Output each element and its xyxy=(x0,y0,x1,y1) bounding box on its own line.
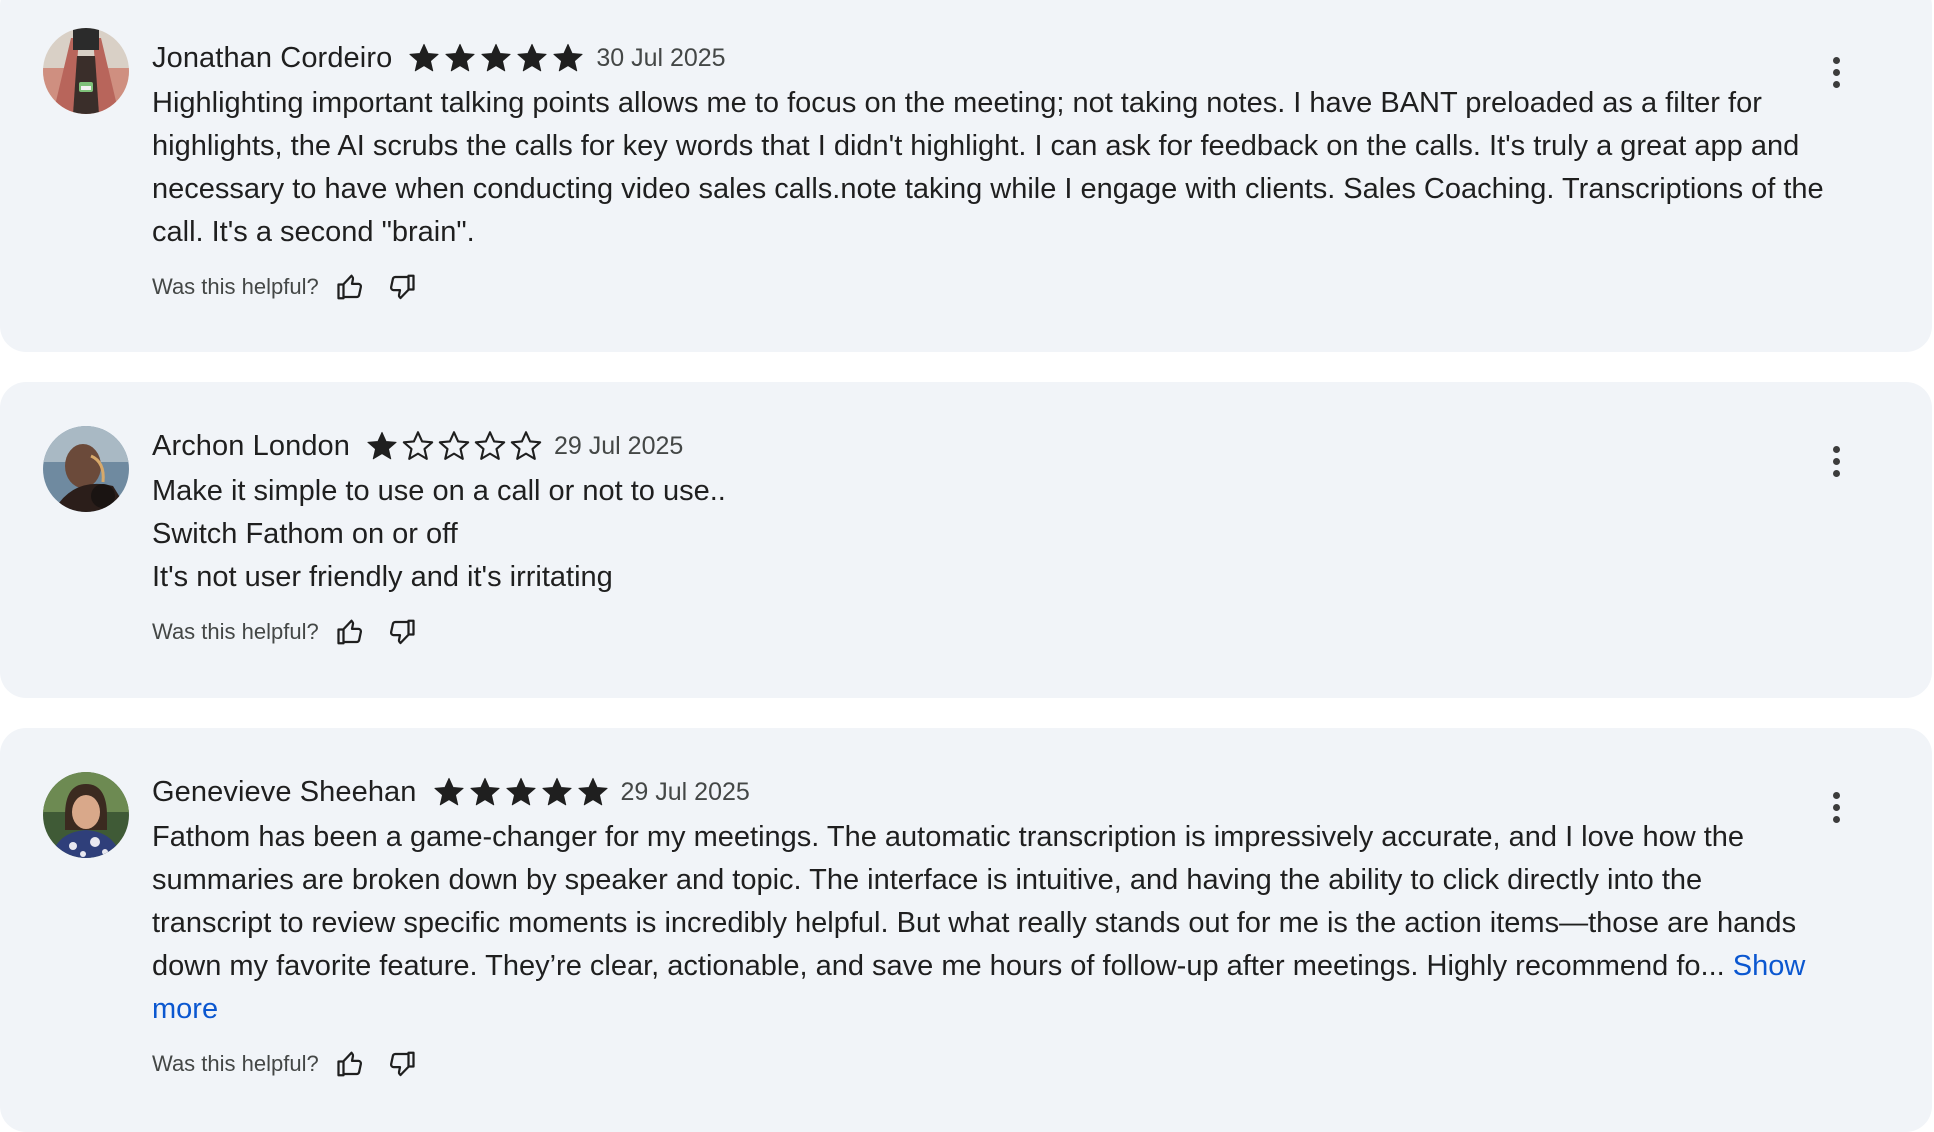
reviewer-name: Jonathan Cordeiro xyxy=(152,41,393,74)
review-date: 29 Jul 2025 xyxy=(554,431,684,460)
star-rating xyxy=(431,775,611,809)
more-options-button[interactable] xyxy=(1812,48,1860,96)
star-filled-icon xyxy=(367,431,397,460)
star-filled-icon xyxy=(445,43,475,72)
thumbs-up-icon xyxy=(337,619,362,645)
star-outline-icon xyxy=(402,431,434,460)
reviewer-name: Genevieve Sheehan xyxy=(152,775,417,808)
review-header: Archon London 29 Jul 2025 xyxy=(152,426,1828,466)
star-filled-icon xyxy=(505,777,536,806)
helpful-label: Was this helpful? xyxy=(152,1051,319,1076)
star-filled-icon xyxy=(469,777,500,806)
more-vert-dot xyxy=(1832,815,1840,823)
more-vert-icon xyxy=(1832,445,1840,453)
thumbs-down-icon xyxy=(389,274,415,300)
reviews-list: Jonathan Cordeiro 30 Jul 2025 Highlighti… xyxy=(0,0,1934,1132)
star-filled-icon xyxy=(433,777,464,806)
review-text: Fathom has been a game-changer for my me… xyxy=(152,816,1828,1031)
thumbs-down-button[interactable] xyxy=(381,612,421,652)
thumbs-down-button[interactable] xyxy=(381,1044,421,1084)
review-text-content: Fathom has been a game-changer for my me… xyxy=(152,821,1797,982)
avatar[interactable] xyxy=(43,426,129,512)
thumbs-up-button[interactable] xyxy=(331,612,371,652)
star-filled-icon xyxy=(541,777,572,806)
helpful-row: Was this helpful? xyxy=(152,615,1828,649)
star-outline-icon xyxy=(438,431,470,460)
thumbs-up-button[interactable] xyxy=(331,267,371,307)
star-outline-icon xyxy=(510,431,542,460)
review-text: Highlighting important talking points al… xyxy=(152,87,1824,248)
thumbs-up-button[interactable] xyxy=(331,1044,371,1084)
thumbs-down-icon xyxy=(389,1051,415,1077)
avatar[interactable] xyxy=(43,28,129,114)
review-header: Genevieve Sheehan 29 Jul 2025 xyxy=(152,772,1828,812)
helpful-row: Was this helpful? xyxy=(152,1047,1828,1081)
more-options-button[interactable] xyxy=(1812,437,1860,485)
more-vert-icon xyxy=(1832,791,1840,799)
more-vert-dot xyxy=(1832,80,1840,88)
star-rating xyxy=(406,41,586,75)
review-text: Make it simple to use on a call or not t… xyxy=(152,475,726,593)
review-content: Genevieve Sheehan 29 Jul 2025 Fathom has… xyxy=(152,772,1828,1081)
more-options-button[interactable] xyxy=(1812,783,1860,831)
star-filled-icon xyxy=(517,43,547,72)
more-vert-icon xyxy=(1832,56,1840,64)
helpful-label: Was this helpful? xyxy=(152,274,319,299)
more-vert-dot xyxy=(1832,457,1840,465)
review-content: Archon London 29 Jul 2025 Make it simple… xyxy=(152,426,1828,649)
review-date: 30 Jul 2025 xyxy=(596,43,726,72)
star-filled-icon xyxy=(481,43,511,72)
helpful-label: Was this helpful? xyxy=(152,619,319,644)
avatar[interactable] xyxy=(43,772,129,858)
review-header: Jonathan Cordeiro 30 Jul 2025 xyxy=(152,38,1828,78)
review-date: 29 Jul 2025 xyxy=(620,777,750,806)
review-content: Jonathan Cordeiro 30 Jul 2025 Highlighti… xyxy=(152,38,1828,304)
review-card: Archon London 29 Jul 2025 Make it simple… xyxy=(0,382,1932,698)
reviewer-name: Archon London xyxy=(152,429,351,462)
more-vert-dot xyxy=(1832,68,1840,76)
star-filled-icon xyxy=(553,43,583,72)
helpful-row: Was this helpful? xyxy=(152,270,1828,304)
more-vert-dot xyxy=(1832,803,1840,811)
thumbs-down-button[interactable] xyxy=(381,267,421,307)
more-vert-dot xyxy=(1832,469,1840,477)
star-filled-icon xyxy=(409,43,439,72)
star-filled-icon xyxy=(577,777,608,806)
thumbs-up-icon xyxy=(337,274,362,300)
star-outline-icon xyxy=(474,431,506,460)
review-card: Jonathan Cordeiro 30 Jul 2025 Highlighti… xyxy=(0,0,1932,352)
review-card: Genevieve Sheehan 29 Jul 2025 Fathom has… xyxy=(0,728,1932,1132)
thumbs-down-icon xyxy=(389,619,415,645)
thumbs-up-icon xyxy=(337,1051,362,1077)
star-rating xyxy=(364,429,544,463)
